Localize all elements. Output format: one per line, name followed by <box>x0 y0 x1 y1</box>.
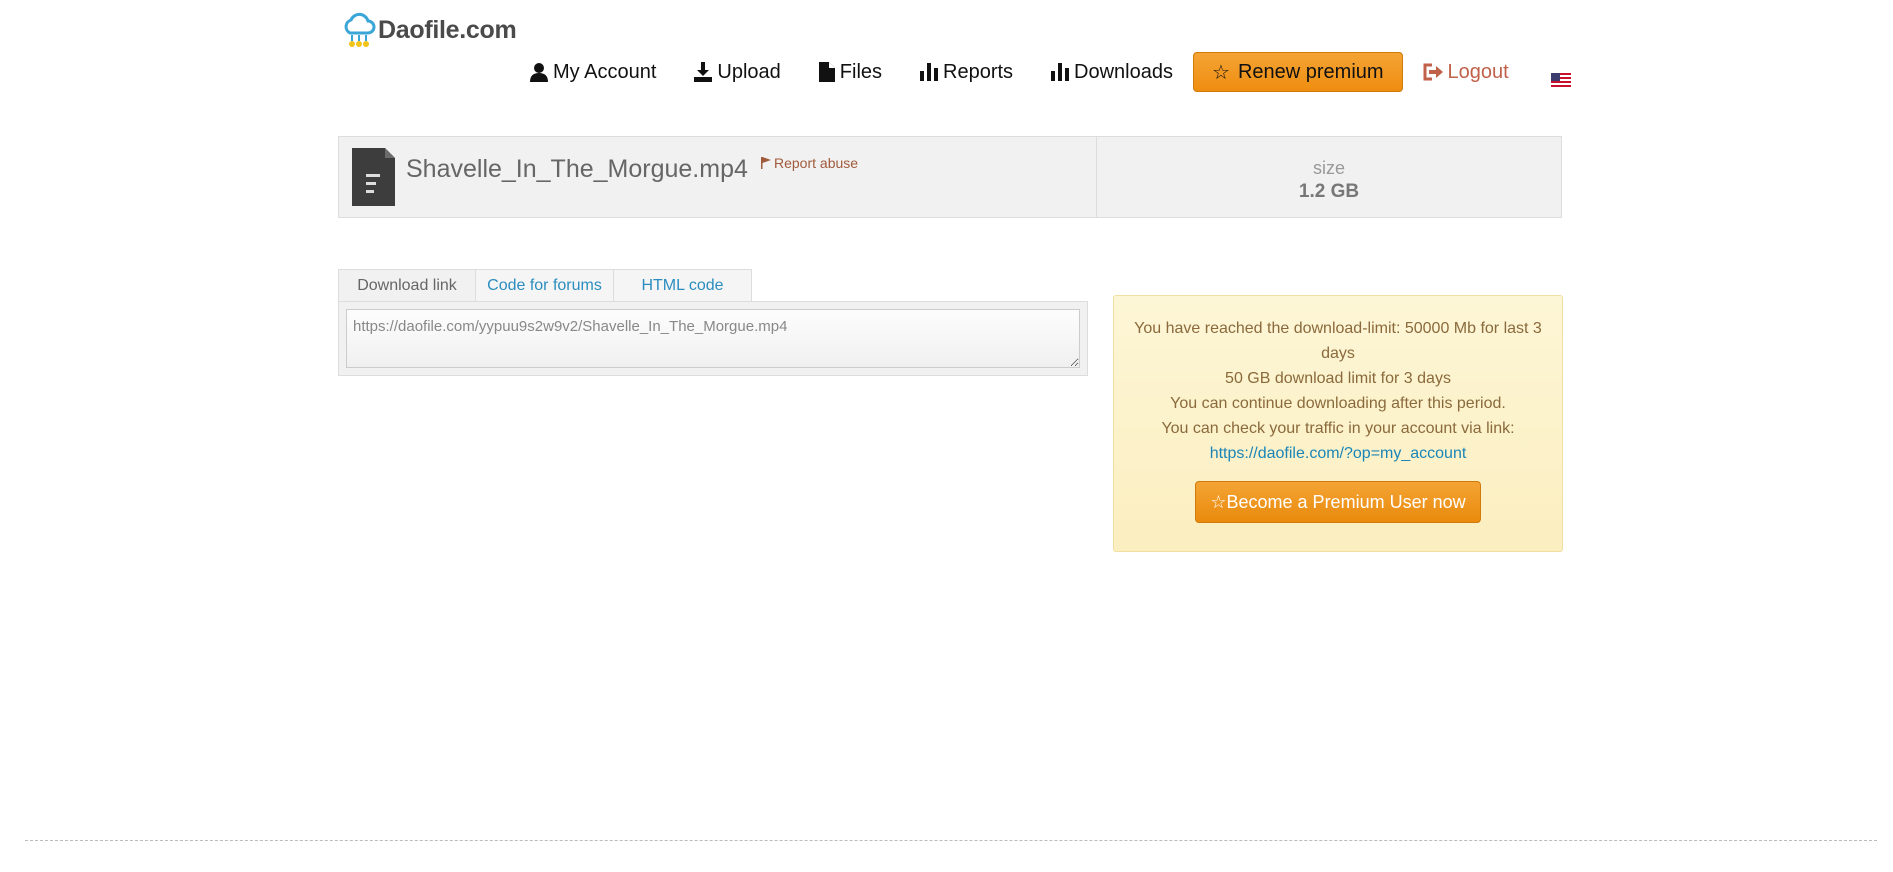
nav-files[interactable]: Files <box>818 60 883 84</box>
renew-premium-label: Renew premium <box>1237 60 1384 83</box>
main-nav: My Account Upload Files Reports Download… <box>530 52 1571 92</box>
footer-divider <box>25 840 1877 841</box>
account-link[interactable]: https://daofile.com/?op=my_account <box>1210 445 1467 462</box>
user-icon <box>530 63 548 82</box>
us-flag-icon[interactable] <box>1550 73 1571 87</box>
file-info-left: Shavelle_In_The_Morgue.mp4 Report abuse <box>339 137 1097 217</box>
limit-line-1: You have reached the download-limit: 500… <box>1134 320 1542 362</box>
size-label: size <box>1312 158 1345 178</box>
star-icon: ☆ <box>1212 61 1230 84</box>
file-icon <box>818 62 835 82</box>
nav-reports[interactable]: Reports <box>920 61 1013 84</box>
link-tabs: Download link Code for forums HTML code <box>338 269 752 301</box>
nav-upload[interactable]: Upload <box>694 60 781 84</box>
bar-chart-icon <box>920 63 939 81</box>
download-link-textarea[interactable]: https://daofile.com/yypuu9s2w9v2/Shavell… <box>346 309 1080 368</box>
flag-icon <box>761 157 771 169</box>
tab-code-for-forums[interactable]: Code for forums <box>476 269 614 301</box>
tab-html-code[interactable]: HTML code <box>614 269 752 301</box>
file-size-box: size 1.2 GB <box>1097 137 1561 217</box>
nav-downloads[interactable]: Downloads <box>1051 61 1173 84</box>
star-icon: ☆ <box>1210 492 1227 512</box>
limit-line-4: You can check your traffic in your accou… <box>1161 420 1515 437</box>
document-icon <box>352 148 395 206</box>
size-value: 1.2 GB <box>1298 181 1360 202</box>
nav-my-account-label: My Account <box>553 60 657 83</box>
nav-my-account[interactable]: My Account <box>530 61 656 84</box>
report-abuse-link[interactable]: Report abuse <box>761 155 858 171</box>
nav-downloads-label: Downloads <box>1074 60 1173 83</box>
bar-chart-icon <box>1051 63 1070 81</box>
report-abuse-label: Report abuse <box>774 155 859 171</box>
become-premium-button[interactable]: ☆Become a Premium User now <box>1195 481 1481 523</box>
logout-link[interactable]: Logout <box>1423 61 1509 84</box>
logout-icon <box>1423 63 1443 81</box>
site-logo[interactable]: Daofile.com <box>342 10 517 50</box>
limit-line-2: 50 GB download limit for 3 days <box>1225 370 1451 387</box>
renew-premium-button[interactable]: ☆ Renew premium <box>1193 52 1403 92</box>
logo-text: Daofile.com <box>378 15 517 44</box>
limit-line-3: You can continue downloading after this … <box>1170 395 1506 412</box>
upload-icon <box>694 62 713 82</box>
cloud-icon <box>344 12 376 47</box>
nav-upload-label: Upload <box>717 60 781 83</box>
download-limit-notice: You have reached the download-limit: 500… <box>1113 295 1563 552</box>
nav-files-label: Files <box>839 60 883 83</box>
tab-download-link[interactable]: Download link <box>338 269 476 301</box>
nav-reports-label: Reports <box>943 60 1014 83</box>
logout-label: Logout <box>1447 60 1509 83</box>
file-name: Shavelle_In_The_Morgue.mp4 <box>406 155 748 183</box>
file-info-panel: Shavelle_In_The_Morgue.mp4 Report abuse … <box>338 136 1562 218</box>
download-link-box: https://daofile.com/yypuu9s2w9v2/Shavell… <box>338 301 1088 376</box>
become-premium-label: Become a Premium User now <box>1226 492 1466 512</box>
